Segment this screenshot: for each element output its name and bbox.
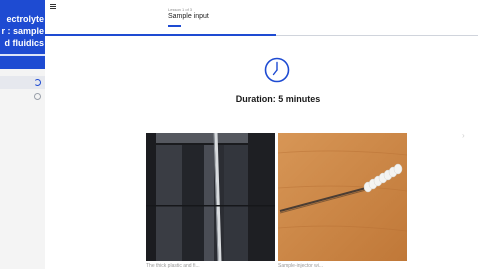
course-progress-line (0, 54, 45, 56)
not-started-status-icon (34, 93, 41, 100)
hamburger-menu-icon[interactable] (50, 4, 56, 9)
course-sidebar: ectrolyte r : sample d fluidics (0, 0, 45, 269)
sample-injector-illustration (278, 133, 407, 261)
in-progress-status-icon (34, 79, 41, 86)
duration-text: Duration: 5 minutes (235, 94, 321, 104)
lesson-title-underline (168, 25, 181, 27)
sidebar-lesson-1[interactable] (0, 76, 45, 89)
lesson-count: Lesson 1 of 3 (168, 7, 193, 12)
clock-icon (264, 57, 290, 83)
lesson-progress-bar (45, 34, 276, 36)
chevron-right-icon[interactable]: › (462, 131, 465, 140)
course-title: ectrolyte r : sample d fluidics (1, 14, 44, 48)
lesson-header: Lesson 1 of 3 Sample input (45, 0, 478, 36)
lesson-title: Sample input (168, 13, 209, 20)
device-illustration (146, 133, 275, 261)
sidebar-lesson-2[interactable] (0, 90, 45, 103)
image-caption: The thick plastic and fi... (146, 263, 200, 269)
image-caption: Sample-injector wi... (278, 263, 324, 269)
sample-injector-photo (278, 133, 407, 261)
device-photo (146, 133, 275, 261)
course-header: ectrolyte r : sample d fluidics (0, 0, 45, 69)
